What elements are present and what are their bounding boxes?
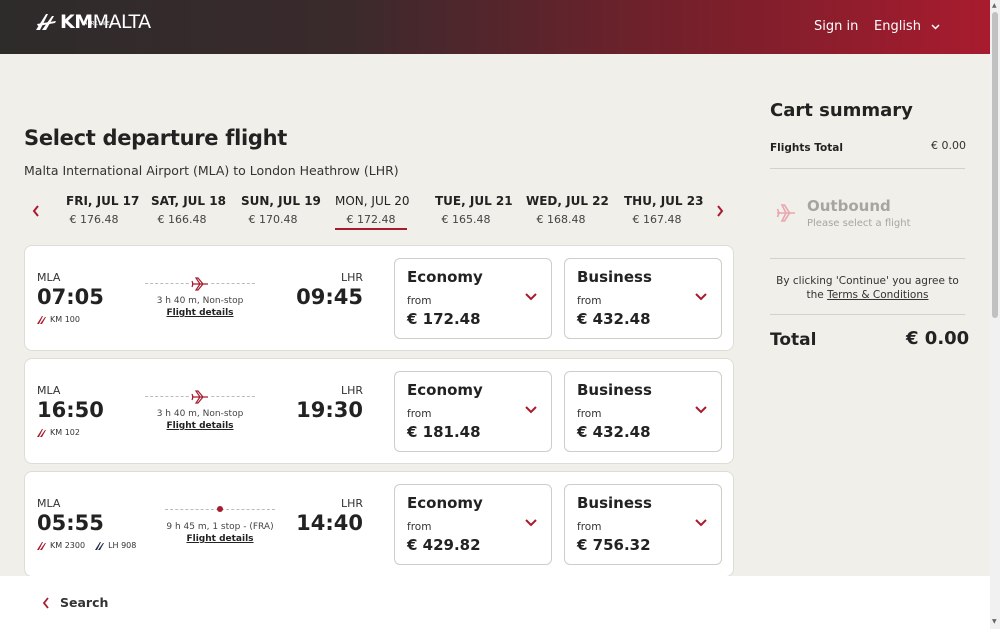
route-description: Malta International Airport (MLA) to Lon… <box>24 163 399 178</box>
economy-fare-button[interactable]: Economy from € 172.48 <box>394 258 552 339</box>
origin-code: MLA <box>37 384 61 397</box>
business-fare-button[interactable]: Business from € 432.48 <box>564 258 722 339</box>
flight-route-info: 3 h 40 m, Non-stop Flight details <box>145 276 255 318</box>
scrollbar-thumb[interactable] <box>992 12 998 318</box>
origin-code: MLA <box>37 497 61 510</box>
economy-fare-button[interactable]: Economy from € 181.48 <box>394 371 552 452</box>
flight-details-link[interactable]: Flight details <box>165 534 275 544</box>
plane-icon <box>191 390 208 404</box>
chevron-down-icon <box>695 293 707 301</box>
flight-route-info: 3 h 40 m, Non-stop Flight details <box>145 389 255 431</box>
flight-card: MLA 07:05 KM 100 3 h 40 m, Non-stop Flig… <box>24 245 734 351</box>
date-option[interactable]: THU, JUL 23 € 167.48 <box>624 194 703 226</box>
total-value: € 0.00 <box>906 328 970 349</box>
departure-time: 07:05 <box>37 285 104 309</box>
scroll-up-icon[interactable]: ▲ <box>992 2 997 9</box>
back-to-search-button[interactable]: Search <box>42 595 108 610</box>
arrival-time: 14:40 <box>296 511 363 535</box>
business-fare-button[interactable]: Business from € 432.48 <box>564 371 722 452</box>
arrival-time: 19:30 <box>296 398 363 422</box>
terms-notice: By clicking 'Continue' you agree to the … <box>776 275 959 301</box>
site-header: KMMALTA AIRLINES Sign in English <box>0 0 990 54</box>
economy-fare-button[interactable]: Economy from € 429.82 <box>394 484 552 565</box>
chevron-down-icon <box>525 406 537 414</box>
cart-summary-title: Cart summary <box>770 100 913 121</box>
departure-time: 16:50 <box>37 398 104 422</box>
date-option[interactable]: SAT, JUL 18 € 166.48 <box>151 194 226 226</box>
arrival-time: 09:45 <box>296 285 363 309</box>
chevron-down-icon <box>931 23 940 30</box>
km-airline-icon <box>37 428 46 437</box>
bottom-bar: Search <box>0 576 990 629</box>
chevron-right-icon <box>717 205 724 217</box>
divider <box>770 314 965 315</box>
flight-route-info: 9 h 45 m, 1 stop - (FRA) Flight details <box>165 502 275 544</box>
divider <box>770 168 965 169</box>
flight-details-link[interactable]: Flight details <box>145 308 255 318</box>
chevron-down-icon <box>525 519 537 527</box>
destination-code: LHR <box>340 384 363 397</box>
language-label: English <box>874 19 921 34</box>
destination-code: LHR <box>340 271 363 284</box>
chevron-left-icon <box>32 205 39 217</box>
terms-conditions-link[interactable]: Terms & Conditions <box>827 289 928 301</box>
page-title: Select departure flight <box>24 126 287 150</box>
business-fare-button[interactable]: Business from € 756.32 <box>564 484 722 565</box>
flights-total-value: € 0.00 <box>931 139 966 152</box>
date-option-selected[interactable]: MON, JUL 20 € 172.48 <box>335 194 410 230</box>
stop-marker-icon <box>217 506 223 512</box>
date-option[interactable]: SUN, JUL 19 € 170.48 <box>241 194 321 226</box>
outbound-subtitle: Please select a flight <box>807 218 911 229</box>
logo-airlines: AIRLINES <box>84 21 115 27</box>
search-label: Search <box>60 595 109 610</box>
flight-numbers: KM 102 <box>37 428 80 437</box>
chevron-down-icon <box>695 406 707 414</box>
flight-numbers: KM 2300 LH 908 <box>37 541 136 550</box>
date-selector: FRI, JUL 17 € 176.48 SAT, JUL 18 € 166.4… <box>24 192 734 232</box>
sign-in-link[interactable]: Sign in <box>814 19 858 34</box>
plane-icon <box>191 277 208 291</box>
divider <box>770 258 965 259</box>
flight-details-link[interactable]: Flight details <box>145 421 255 431</box>
prev-dates-button[interactable] <box>32 202 40 221</box>
origin-code: MLA <box>37 271 61 284</box>
destination-code: LHR <box>340 497 363 510</box>
km-airline-icon <box>37 315 46 324</box>
departure-time: 05:55 <box>37 511 104 535</box>
flight-card: MLA 05:55 KM 2300 LH 908 9 h 45 m, 1 sto… <box>24 471 734 577</box>
flight-duration: 9 h 45 m, 1 stop - (FRA) <box>166 522 274 532</box>
flight-card: MLA 16:50 KM 102 3 h 40 m, Non-stop Flig… <box>24 358 734 464</box>
chevron-down-icon <box>695 519 707 527</box>
flight-duration: 3 h 40 m, Non-stop <box>156 409 244 419</box>
language-selector[interactable]: English <box>874 19 940 34</box>
lh-airline-icon <box>95 541 105 550</box>
flight-duration: 3 h 40 m, Non-stop <box>156 296 244 306</box>
date-option[interactable]: TUE, JUL 21 € 165.48 <box>435 194 513 226</box>
scroll-down-icon[interactable]: ▼ <box>992 618 997 625</box>
outbound-title: Outbound <box>807 197 891 215</box>
flights-total-label: Flights Total <box>770 142 843 154</box>
km-wing-logo-icon <box>36 14 56 30</box>
chevron-left-icon <box>42 596 49 609</box>
next-dates-button[interactable] <box>716 202 724 221</box>
flight-numbers: KM 100 <box>37 315 80 324</box>
page-scrollbar[interactable]: ▲ ▼ <box>990 0 1000 629</box>
total-label: Total <box>770 330 817 350</box>
plane-icon <box>776 204 795 222</box>
chevron-down-icon <box>525 293 537 301</box>
date-option[interactable]: FRI, JUL 17 € 176.48 <box>66 194 139 226</box>
date-option[interactable]: WED, JUL 22 € 168.48 <box>526 194 609 226</box>
km-airline-icon <box>37 541 46 550</box>
